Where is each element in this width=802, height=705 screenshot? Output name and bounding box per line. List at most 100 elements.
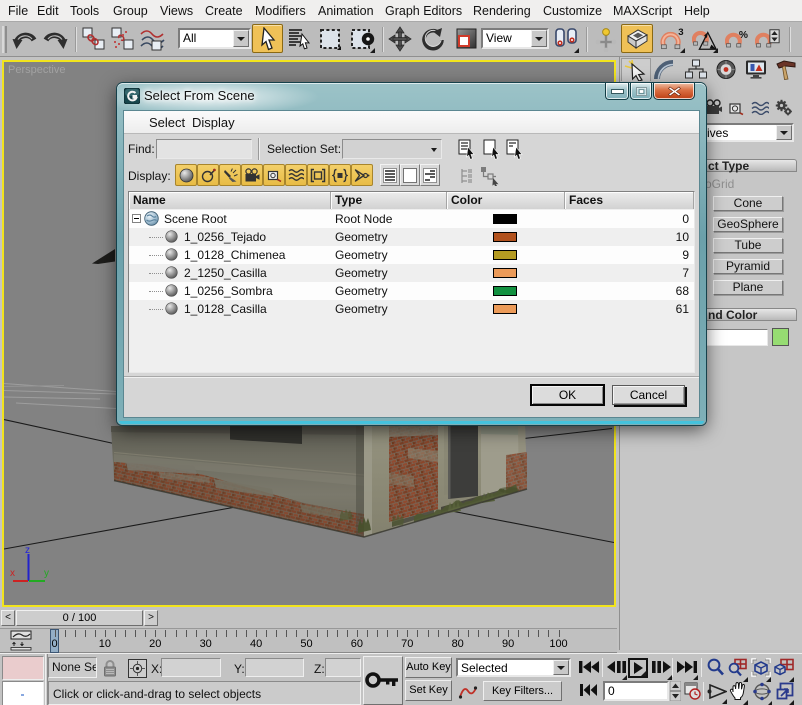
unlink-selection-button[interactable]: [110, 25, 136, 53]
dialog-menu-select[interactable]: Select: [149, 115, 185, 130]
current-frame-field[interactable]: 0: [603, 681, 669, 701]
ok-button[interactable]: OK: [530, 384, 605, 406]
color-swatch[interactable]: [493, 304, 517, 314]
time-configuration-button[interactable]: [684, 682, 701, 705]
previous-frame-button[interactable]: [606, 659, 627, 680]
tube-button[interactable]: Tube: [713, 238, 783, 253]
keyboard-shortcut-override-button[interactable]: [621, 24, 653, 53]
menu-graph-editors[interactable]: Graph Editors: [385, 4, 462, 18]
selection-set-dropdown[interactable]: [342, 139, 442, 159]
zoom-extents-all-button[interactable]: [774, 658, 794, 682]
minimize-button[interactable]: [605, 83, 629, 100]
z-coordinate-input[interactable]: [325, 658, 361, 677]
menu-animation[interactable]: Animation: [318, 4, 374, 18]
key-mode-dropdown[interactable]: Selected: [456, 658, 571, 677]
go-to-previous-key-button[interactable]: [579, 683, 598, 702]
object-color-swatch[interactable]: [772, 328, 789, 346]
display-none-button[interactable]: [400, 164, 420, 186]
selection-set-dropdown-arrow[interactable]: [431, 148, 437, 152]
display-invert-button[interactable]: [420, 164, 440, 186]
go-to-end-button[interactable]: [676, 659, 698, 680]
menu-tools[interactable]: Tools: [70, 4, 99, 18]
name-color-rollout-header[interactable]: nd Color: [704, 308, 797, 321]
cone-button[interactable]: Cone: [713, 196, 783, 211]
display-geometry-button[interactable]: [175, 164, 197, 186]
table-row-scene-root[interactable]: Scene Root Root Node 0: [129, 210, 694, 228]
display-all-button[interactable]: [380, 164, 400, 186]
table-row[interactable]: 2_1250_Casilla Geometry 7: [129, 264, 694, 282]
menu-customize[interactable]: Customize: [543, 4, 602, 18]
select-and-scale-button[interactable]: [453, 25, 479, 53]
toolbar-grip[interactable]: [2, 26, 7, 53]
select-by-name-button[interactable]: [287, 25, 313, 53]
column-header-name[interactable]: Name: [129, 192, 331, 209]
column-header-color[interactable]: Color: [447, 192, 565, 209]
zoom-button[interactable]: [706, 658, 725, 682]
auto-key-button[interactable]: Auto Key: [405, 657, 452, 678]
tab-display[interactable]: [741, 58, 771, 81]
select-invert-button[interactable]: [504, 138, 525, 160]
set-keys-button[interactable]: [363, 656, 403, 705]
column-header-faces[interactable]: Faces: [565, 192, 694, 209]
cancel-button[interactable]: Cancel: [612, 385, 685, 405]
menu-views[interactable]: Views: [160, 4, 193, 18]
tab-modify[interactable]: [651, 58, 681, 81]
systems-category-button[interactable]: [775, 99, 793, 116]
zoom-extents-button[interactable]: [751, 658, 771, 682]
color-swatch[interactable]: [493, 250, 517, 260]
color-swatch[interactable]: [493, 286, 517, 296]
reference-coordinate-system-dropdown[interactable]: View: [481, 28, 549, 49]
snaps-toggle-button[interactable]: 3: [659, 25, 685, 53]
set-key-button[interactable]: Set Key: [405, 680, 452, 701]
dialog-menu-display[interactable]: Display: [192, 115, 235, 130]
helpers-category-button[interactable]: [728, 100, 744, 116]
space-warps-category-button[interactable]: [751, 101, 769, 115]
time-slider[interactable]: 0 / 100: [16, 610, 143, 626]
x-coordinate-input[interactable]: [161, 658, 221, 677]
maximize-viewport-toggle-button[interactable]: [776, 682, 794, 705]
select-and-link-button[interactable]: [81, 25, 107, 53]
display-space-warps-button[interactable]: [285, 164, 307, 186]
tab-hierarchy[interactable]: [681, 58, 711, 81]
key-filters-button[interactable]: Key Filters...: [483, 681, 562, 701]
column-header-type[interactable]: Type: [331, 192, 447, 209]
trackbar-ruler[interactable]: 0102030405060708090100: [0, 629, 617, 654]
select-object-button[interactable]: [252, 24, 283, 53]
redo-button[interactable]: [42, 25, 68, 53]
table-row[interactable]: 1_0128_Chimenea Geometry 9: [129, 246, 694, 264]
close-button[interactable]: [653, 83, 695, 100]
color-swatch[interactable]: [493, 214, 517, 224]
menu-file[interactable]: File: [8, 4, 28, 18]
arc-rotate-button[interactable]: [752, 682, 772, 705]
maximize-button[interactable]: [630, 83, 652, 100]
select-and-move-button[interactable]: [387, 25, 413, 53]
table-row[interactable]: 1_0256_Sombra Geometry 68: [129, 282, 694, 300]
percent-snap-toggle-button[interactable]: %: [725, 25, 751, 53]
maxscript-mini-listener-white[interactable]: [2, 681, 44, 705]
menu-create[interactable]: Create: [205, 4, 243, 18]
tab-motion[interactable]: [711, 58, 741, 81]
primitives-dropdown-button[interactable]: [776, 125, 792, 140]
display-shapes-button[interactable]: [197, 164, 219, 186]
menu-group[interactable]: Group: [113, 4, 148, 18]
display-cameras-button[interactable]: [241, 164, 263, 186]
expand-tree-icon[interactable]: [460, 167, 474, 185]
geosphere-button[interactable]: GeoSphere: [713, 217, 783, 232]
display-groups-button[interactable]: [307, 164, 329, 186]
table-row[interactable]: 1_0128_Casilla Geometry 61: [129, 300, 694, 318]
selection-lock-icon[interactable]: [103, 660, 117, 682]
selection-filter-dropdown[interactable]: All: [178, 28, 251, 49]
table-row[interactable]: 1_0256_Tejado Geometry 10: [129, 228, 694, 246]
object-type-rollout-header[interactable]: ct Type: [704, 159, 797, 172]
track-bar[interactable]: 0102030405060708090100: [0, 628, 617, 653]
undo-button[interactable]: [12, 25, 38, 53]
color-swatch[interactable]: [493, 232, 517, 242]
menu-rendering[interactable]: Rendering: [473, 4, 531, 18]
pyramid-button[interactable]: Pyramid: [713, 259, 783, 274]
spinner-snap-toggle-button[interactable]: [755, 25, 781, 53]
object-name-field[interactable]: [702, 329, 768, 346]
use-pivot-point-center-button[interactable]: [553, 25, 579, 53]
angle-snap-toggle-button[interactable]: [692, 25, 718, 53]
tab-utilities[interactable]: [771, 58, 801, 81]
play-animation-button[interactable]: [628, 658, 648, 678]
